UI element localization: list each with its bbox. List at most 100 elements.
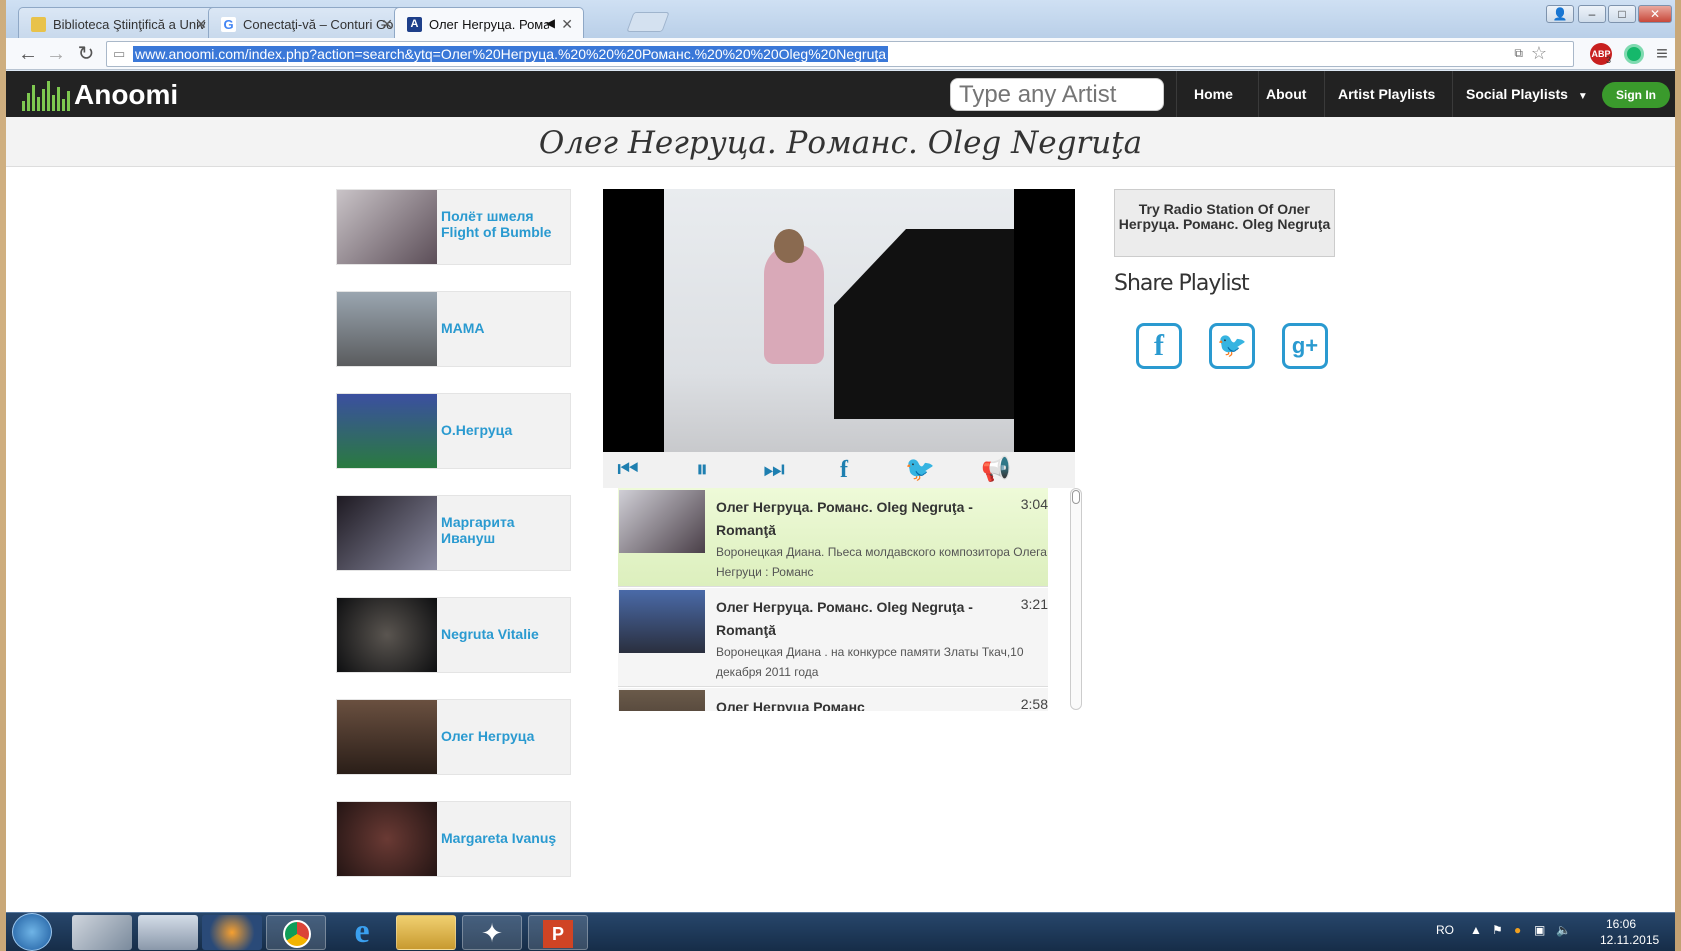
menu-icon[interactable]: ≡ <box>1650 42 1674 66</box>
clock-date[interactable]: 12.11.2015 <box>1600 933 1659 947</box>
site-logo[interactable]: Anoomi <box>22 77 178 111</box>
nav-home-link[interactable]: Home <box>1194 86 1233 102</box>
caret-down-icon: ▼ <box>1577 91 1588 102</box>
title-bar: Олег Негруца. Романс. Oleg Negruţa <box>6 117 1675 167</box>
playlist-item-title: Олег Негруца. Романс. Oleg Negruţa - Rom… <box>716 599 973 638</box>
tray-app-icon[interactable]: ● <box>1514 923 1521 937</box>
nav-divider <box>1258 71 1259 117</box>
google-plus-share-icon[interactable]: g+ <box>1282 323 1328 369</box>
nav-about-link[interactable]: About <box>1266 86 1306 102</box>
related-artist-thumbnail <box>337 802 437 876</box>
close-tab-icon[interactable]: ✕ <box>381 16 393 33</box>
close-tab-icon[interactable]: ✕ <box>561 16 573 33</box>
playlist-thumbnail <box>619 590 705 653</box>
network-icon[interactable]: ▣ <box>1534 923 1545 937</box>
grammarly-icon[interactable] <box>1624 44 1644 64</box>
media-player-icon[interactable] <box>202 915 262 950</box>
volume-icon[interactable]: 🔈 <box>1556 923 1571 937</box>
nav-divider <box>1324 71 1325 117</box>
playlist-item-description: Воронецкая Диана . на конкурсе памяти Зл… <box>716 645 1024 679</box>
nav-divider <box>1176 71 1177 117</box>
calculator-icon[interactable] <box>138 915 198 950</box>
url-text[interactable]: www.anoomi.com/index.php?action=search&y… <box>133 46 889 62</box>
pause-icon[interactable]: ⏸ <box>687 458 717 482</box>
tab-label: Biblioteca Ştiinţifică a Univ <box>53 17 206 32</box>
related-artist-label: Полёт шмеля Flight of Bumble <box>441 208 552 240</box>
playlist-item[interactable]: Олег Негруца. Романс. Oleg Negruţa - Rom… <box>618 588 1048 687</box>
related-artist-item[interactable]: Margareta Ivanuş <box>336 801 571 877</box>
playlist-item-description: Воронецкая Диана. Пьеса молдавского комп… <box>716 545 1047 579</box>
anoomi-favicon-icon: A <box>407 17 422 32</box>
star-icon[interactable]: ☆ <box>1531 43 1547 64</box>
radio-station-button[interactable]: Try Radio Station Of Олег Негруца. Роман… <box>1114 189 1335 257</box>
powerpoint-icon[interactable]: P <box>528 915 588 950</box>
start-button-icon[interactable] <box>12 913 52 951</box>
playlist-scrollbar[interactable] <box>1070 488 1082 710</box>
twitter-icon[interactable]: 🐦 <box>905 458 935 482</box>
nav-social-playlists-dropdown[interactable]: Social Playlists ▼ <box>1466 86 1588 102</box>
playlist-item-duration: 3:04 <box>1020 496 1048 512</box>
chrome-icon[interactable] <box>266 915 326 950</box>
translate-icon[interactable]: ⧉ <box>1514 46 1523 61</box>
tab-biblioteca[interactable]: Biblioteca Ştiinţifică a Univ ✕ <box>18 7 218 38</box>
maximize-icon[interactable]: □ <box>1608 5 1636 23</box>
user-icon[interactable]: 👤 <box>1546 5 1574 23</box>
reload-icon[interactable]: ↻ <box>74 42 98 66</box>
megaphone-icon[interactable]: 📢 <box>981 458 1011 482</box>
previous-icon[interactable]: ⏮ <box>613 458 643 482</box>
facebook-icon[interactable]: f <box>829 458 859 482</box>
new-tab-button[interactable] <box>626 12 670 32</box>
related-artist-item[interactable]: О.Негруца <box>336 393 571 469</box>
related-artist-label: Маргарита Ивануш <box>441 514 515 546</box>
ie-icon[interactable]: e <box>332 915 392 950</box>
facebook-share-icon[interactable]: f <box>1136 323 1182 369</box>
tab-strip: Biblioteca Ştiinţifică a Univ ✕ G Conect… <box>6 0 1675 38</box>
forward-icon[interactable]: → <box>44 42 68 66</box>
related-artist-label: Negruta Vitalie <box>441 626 539 642</box>
related-artist-item[interactable]: Олег Негруца <box>336 699 571 775</box>
related-artist-item[interactable]: МАМА <box>336 291 571 367</box>
equalizer-logo-icon <box>22 81 70 111</box>
twitter-share-icon[interactable]: 🐦 <box>1209 323 1255 369</box>
flag-icon[interactable]: ⚑ <box>1492 923 1503 937</box>
artist-search-input[interactable] <box>950 78 1164 111</box>
google-favicon-icon: G <box>221 17 236 32</box>
playlist-item[interactable]: Олег Негруца. Романс. Oleg Negruţa - Rom… <box>618 488 1048 587</box>
related-artist-item[interactable]: Маргарита Ивануш <box>336 495 571 571</box>
minimize-icon[interactable]: – <box>1578 5 1606 23</box>
related-artist-item[interactable]: Полёт шмеля Flight of Bumble <box>336 189 571 265</box>
piano-shape <box>834 229 1014 419</box>
back-icon[interactable]: ← <box>16 42 40 66</box>
close-icon[interactable]: ✕ <box>1638 5 1672 23</box>
sign-in-button[interactable]: Sign In <box>1602 82 1670 108</box>
close-tab-icon[interactable]: ✕ <box>195 16 207 33</box>
nav-artist-playlists-link[interactable]: Artist Playlists <box>1338 86 1435 102</box>
next-icon[interactable]: ⏭ <box>759 458 789 482</box>
tab-anoomi[interactable]: A Олег Негруца. Романс ◀︎ ✕ <box>394 7 584 38</box>
related-artist-label: Margareta Ivanuş <box>441 830 557 846</box>
related-artist-thumbnail <box>337 598 437 672</box>
adblock-count: 3 <box>1606 55 1612 65</box>
playlist-item[interactable]: Олег Негруца Романс 2:58 <box>618 688 1048 711</box>
related-artist-thumbnail <box>337 700 437 774</box>
language-indicator[interactable]: RO <box>1436 923 1454 937</box>
page-icon: ▭ <box>113 46 126 61</box>
logo-text: Anoomi <box>74 79 179 110</box>
related-artist-item[interactable]: Negruta Vitalie <box>336 597 571 673</box>
site-navbar: Anoomi Home About Artist Playlists Socia… <box>6 71 1675 117</box>
explorer-icon[interactable] <box>396 915 456 950</box>
playlist-item-duration: 2:58 <box>1020 696 1048 711</box>
playlist-item-title: Олег Негруца. Романс. Oleg Negruţa - Rom… <box>716 499 973 538</box>
tool-icon[interactable]: ✦ <box>462 915 522 950</box>
video-player[interactable] <box>603 189 1075 452</box>
related-artist-thumbnail <box>337 190 437 264</box>
tray-arrow-icon[interactable]: ▲ <box>1470 923 1482 937</box>
windows-taskbar: e ✦ P RO ▲ ⚑ ● ▣ 🔈 16:06 12.11.2015 <box>6 912 1675 951</box>
scrollbar-thumb[interactable] <box>1072 490 1080 504</box>
clock-time[interactable]: 16:06 <box>1606 917 1636 931</box>
address-bar[interactable]: ▭ www.anoomi.com/index.php?action=search… <box>106 41 1574 67</box>
marc-icon[interactable] <box>72 915 132 950</box>
speaker-icon[interactable]: ◀︎ <box>546 16 555 30</box>
tab-google-accounts[interactable]: G Conectaţi-vă – Conturi Go ✕ <box>208 7 404 38</box>
related-artist-thumbnail <box>337 394 437 468</box>
